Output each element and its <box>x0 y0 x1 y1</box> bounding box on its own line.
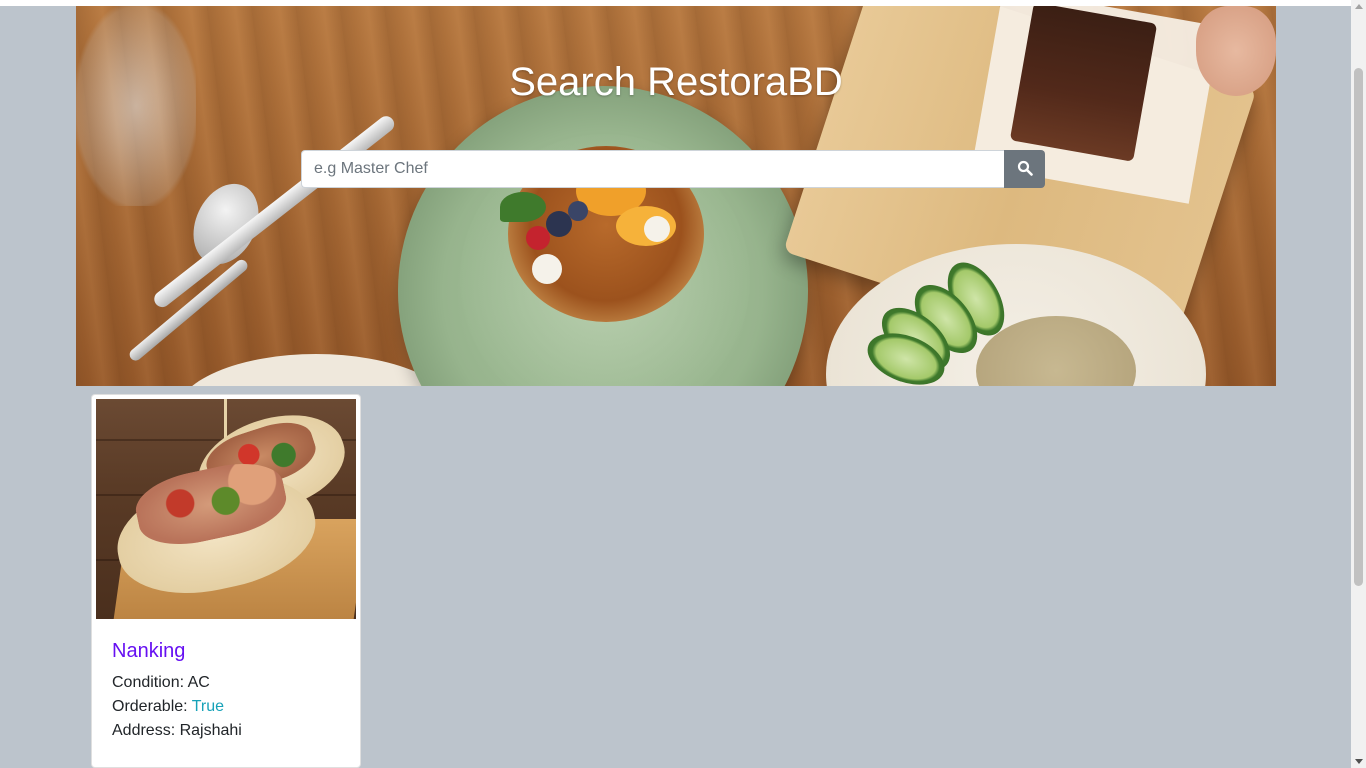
condition-row: Condition: AC <box>112 671 340 695</box>
restaurant-card: Nanking Condition: AC Orderable: True Ad… <box>91 394 361 768</box>
orderable-value: True <box>191 698 225 715</box>
scroll-up-arrow-icon[interactable] <box>1355 4 1363 9</box>
raspberry-decoration <box>526 226 550 250</box>
cream-decoration <box>644 216 670 242</box>
search-input[interactable] <box>301 150 1004 188</box>
scrollbar-thumb[interactable] <box>1354 68 1363 586</box>
vertical-scrollbar[interactable] <box>1351 0 1366 768</box>
search-icon <box>1017 160 1033 179</box>
condition-value: AC <box>187 674 210 691</box>
scroll-down-arrow-icon[interactable] <box>1355 759 1363 764</box>
blueberry-decoration <box>568 201 588 221</box>
restaurant-image <box>96 399 356 619</box>
address-row: Address: Rajshahi <box>112 719 340 743</box>
card-body: Nanking Condition: AC Orderable: True Ad… <box>96 619 356 743</box>
orderable-label: Orderable: <box>112 698 192 715</box>
restaurant-name-link[interactable]: Nanking <box>112 639 185 663</box>
search-form <box>301 150 1045 188</box>
address-label: Address: <box>112 722 180 739</box>
address-value: Rajshahi <box>179 722 242 739</box>
hero-banner: Search RestoraBD <box>76 6 1276 386</box>
condition-label: Condition: <box>112 674 188 691</box>
mint-leaf-decoration <box>500 192 546 222</box>
orderable-row: Orderable: True <box>112 695 340 719</box>
water-glass-decoration <box>76 6 196 206</box>
cream-decoration <box>532 254 562 284</box>
page-title: Search RestoraBD <box>509 60 843 104</box>
search-button[interactable] <box>1004 150 1045 188</box>
